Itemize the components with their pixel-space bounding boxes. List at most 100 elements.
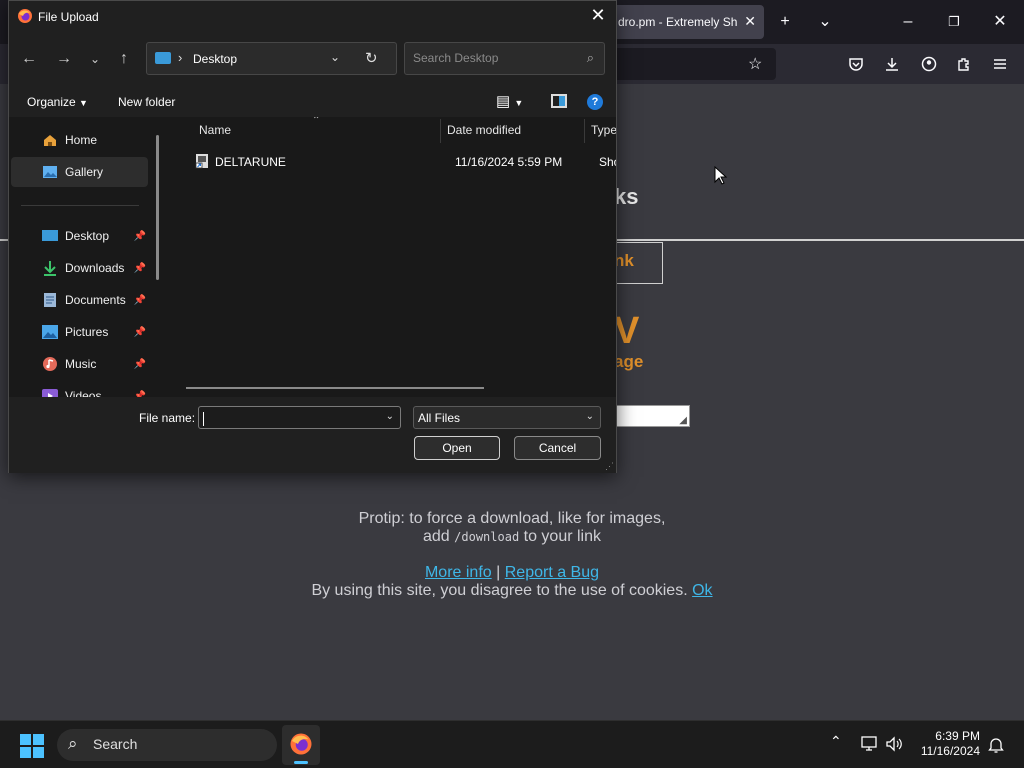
nav-label-music: Music bbox=[65, 357, 97, 371]
url-bar[interactable]: ☆ bbox=[600, 48, 776, 80]
tab-active[interactable]: dro.pm - Extremely Sh ✕ bbox=[612, 5, 764, 39]
file-list-hscrollbar[interactable] bbox=[186, 387, 484, 389]
protip-code: /download bbox=[454, 530, 520, 544]
preview-pane-icon[interactable] bbox=[551, 94, 567, 108]
forward-arrow-icon[interactable]: → bbox=[52, 49, 76, 69]
network-icon[interactable] bbox=[861, 736, 879, 752]
navigation-pane: Home Gallery Desktop 📌 Downloads 📌 Docum… bbox=[9, 117, 166, 397]
file-list-pane: ⌃ Name Date modified Type DELTARUNE 11/1… bbox=[166, 117, 616, 397]
page-big-letter: V bbox=[614, 310, 640, 352]
pin-icon: 📌 bbox=[133, 326, 146, 338]
nav-item-pictures[interactable]: Pictures 📌 bbox=[11, 317, 148, 347]
nav-item-downloads[interactable]: Downloads 📌 bbox=[11, 253, 148, 283]
nav-separator bbox=[21, 205, 139, 206]
active-app-indicator bbox=[294, 761, 308, 764]
view-options-icon[interactable]: ▤ ▼ bbox=[496, 92, 523, 110]
taskbar-search-label: Search bbox=[93, 736, 138, 752]
organize-menu[interactable]: Organize ▼ bbox=[27, 95, 88, 109]
image-label-fragment: age bbox=[614, 352, 644, 371]
pin-icon: 📌 bbox=[133, 230, 146, 242]
nav-label-videos: Videos bbox=[65, 389, 102, 397]
menu-hamburger-icon[interactable] bbox=[988, 52, 1012, 76]
file-name-dropdown-chevron-icon[interactable]: ⌄ bbox=[386, 411, 394, 422]
file-name-input[interactable]: ⌄ bbox=[198, 406, 401, 429]
recent-locations-chevron-icon[interactable]: ⌄ bbox=[83, 49, 107, 69]
windows-start-icon[interactable] bbox=[20, 734, 44, 758]
address-dropdown-chevron-icon[interactable]: ⌄ bbox=[330, 50, 340, 64]
file-date: 11/16/2024 5:59 PM bbox=[455, 155, 563, 169]
extensions-icon[interactable] bbox=[952, 52, 976, 76]
nav-item-music[interactable]: Music 📌 bbox=[11, 349, 148, 379]
address-bar[interactable]: › Desktop ⌄ ↻ bbox=[146, 42, 397, 75]
notification-bell-icon[interactable] bbox=[988, 736, 1004, 754]
restore-icon[interactable]: ❐ bbox=[942, 10, 966, 34]
protip-line2: add /download to your link bbox=[300, 528, 724, 546]
tab-title: dro.pm - Extremely Sh bbox=[618, 15, 738, 29]
cookie-text: By using this site, you disagree to the … bbox=[311, 582, 688, 599]
file-type-value: All Files bbox=[418, 411, 461, 425]
nav-label-downloads: Downloads bbox=[65, 261, 125, 275]
taskbar: ⌕ Search ⌃ 6:39 PM 11/16/2024 bbox=[0, 720, 1024, 768]
file-type-chevron-icon: ⌄ bbox=[585, 411, 594, 422]
column-separator[interactable] bbox=[584, 119, 585, 143]
nav-item-videos[interactable]: Videos 📌 bbox=[11, 381, 148, 397]
nav-label-documents: Documents bbox=[65, 293, 126, 307]
taskbar-firefox-button[interactable] bbox=[282, 725, 320, 765]
minimize-icon[interactable]: – bbox=[896, 10, 920, 34]
open-button[interactable]: Open bbox=[414, 436, 500, 460]
new-folder-button[interactable]: New folder bbox=[118, 95, 175, 109]
pictures-icon bbox=[41, 324, 59, 340]
text-caret bbox=[203, 411, 204, 426]
tab-list-chevron-icon[interactable]: ⌄ bbox=[813, 10, 837, 34]
account-icon[interactable] bbox=[917, 52, 941, 76]
pocket-icon[interactable] bbox=[844, 52, 868, 76]
nav-item-home[interactable]: Home bbox=[11, 125, 148, 155]
clock-date: 11/16/2024 bbox=[920, 744, 980, 758]
cookie-ok-link[interactable]: Ok bbox=[692, 582, 712, 599]
search-icon: ⌕ bbox=[586, 50, 594, 65]
more-info-link[interactable]: More info bbox=[425, 564, 492, 581]
volume-icon[interactable] bbox=[885, 736, 903, 752]
search-input[interactable]: Search Desktop ⌕ bbox=[404, 42, 605, 75]
address-location: Desktop bbox=[193, 52, 238, 66]
nav-label-pictures: Pictures bbox=[65, 325, 109, 339]
nav-item-gallery[interactable]: Gallery bbox=[11, 157, 148, 187]
file-row[interactable]: DELTARUNE 11/16/2024 5:59 PM Short bbox=[184, 151, 616, 173]
nav-item-desktop[interactable]: Desktop 📌 bbox=[11, 221, 148, 251]
protip-line1: Protip: to force a download, like for im… bbox=[358, 510, 666, 527]
cancel-button[interactable]: Cancel bbox=[514, 436, 601, 460]
bookmark-star-icon[interactable]: ☆ bbox=[748, 54, 762, 74]
up-arrow-icon[interactable]: ↑ bbox=[112, 49, 136, 69]
nav-item-documents[interactable]: Documents 📌 bbox=[11, 285, 148, 315]
protip-add: add bbox=[422, 528, 450, 545]
tray-overflow-chevron-icon[interactable]: ⌃ bbox=[830, 733, 842, 750]
pin-icon: 📌 bbox=[133, 294, 146, 306]
search-placeholder: Search Desktop bbox=[413, 51, 499, 65]
shortcut-file-icon bbox=[195, 154, 208, 169]
column-header-date[interactable]: Date modified bbox=[447, 123, 521, 137]
taskbar-search[interactable]: ⌕ Search bbox=[57, 729, 277, 761]
report-bug-link[interactable]: Report a Bug bbox=[505, 564, 599, 581]
dialog-resize-grip-icon[interactable]: ⋰ bbox=[605, 461, 614, 472]
dialog-close-icon[interactable]: ✕ bbox=[588, 5, 608, 26]
firefox-icon bbox=[18, 9, 32, 23]
nav-scrollbar[interactable] bbox=[156, 135, 159, 280]
desktop-icon bbox=[41, 228, 59, 244]
column-separator[interactable] bbox=[440, 119, 441, 143]
new-tab-icon[interactable]: + bbox=[773, 10, 797, 34]
column-header-name[interactable]: Name bbox=[199, 123, 231, 137]
back-arrow-icon[interactable]: ← bbox=[17, 49, 41, 69]
column-header-type[interactable]: Type bbox=[591, 123, 616, 137]
window-close-icon[interactable]: ✕ bbox=[988, 10, 1012, 34]
tab-close-icon[interactable]: ✕ bbox=[744, 13, 756, 30]
downloads-icon[interactable] bbox=[880, 52, 904, 76]
dialog-toolbar: Organize ▼ New folder ▤ ▼ ? bbox=[9, 85, 616, 117]
mouse-cursor-icon bbox=[714, 166, 728, 185]
taskbar-clock[interactable]: 6:39 PM 11/16/2024 bbox=[921, 729, 980, 759]
file-type-select[interactable]: All Files ⌄ bbox=[413, 406, 601, 429]
firefox-icon bbox=[290, 733, 312, 755]
pin-icon: 📌 bbox=[133, 262, 146, 274]
help-icon[interactable]: ? bbox=[587, 94, 603, 110]
refresh-icon[interactable]: ↻ bbox=[365, 49, 378, 67]
page-text-input[interactable]: ◢ bbox=[610, 405, 690, 427]
